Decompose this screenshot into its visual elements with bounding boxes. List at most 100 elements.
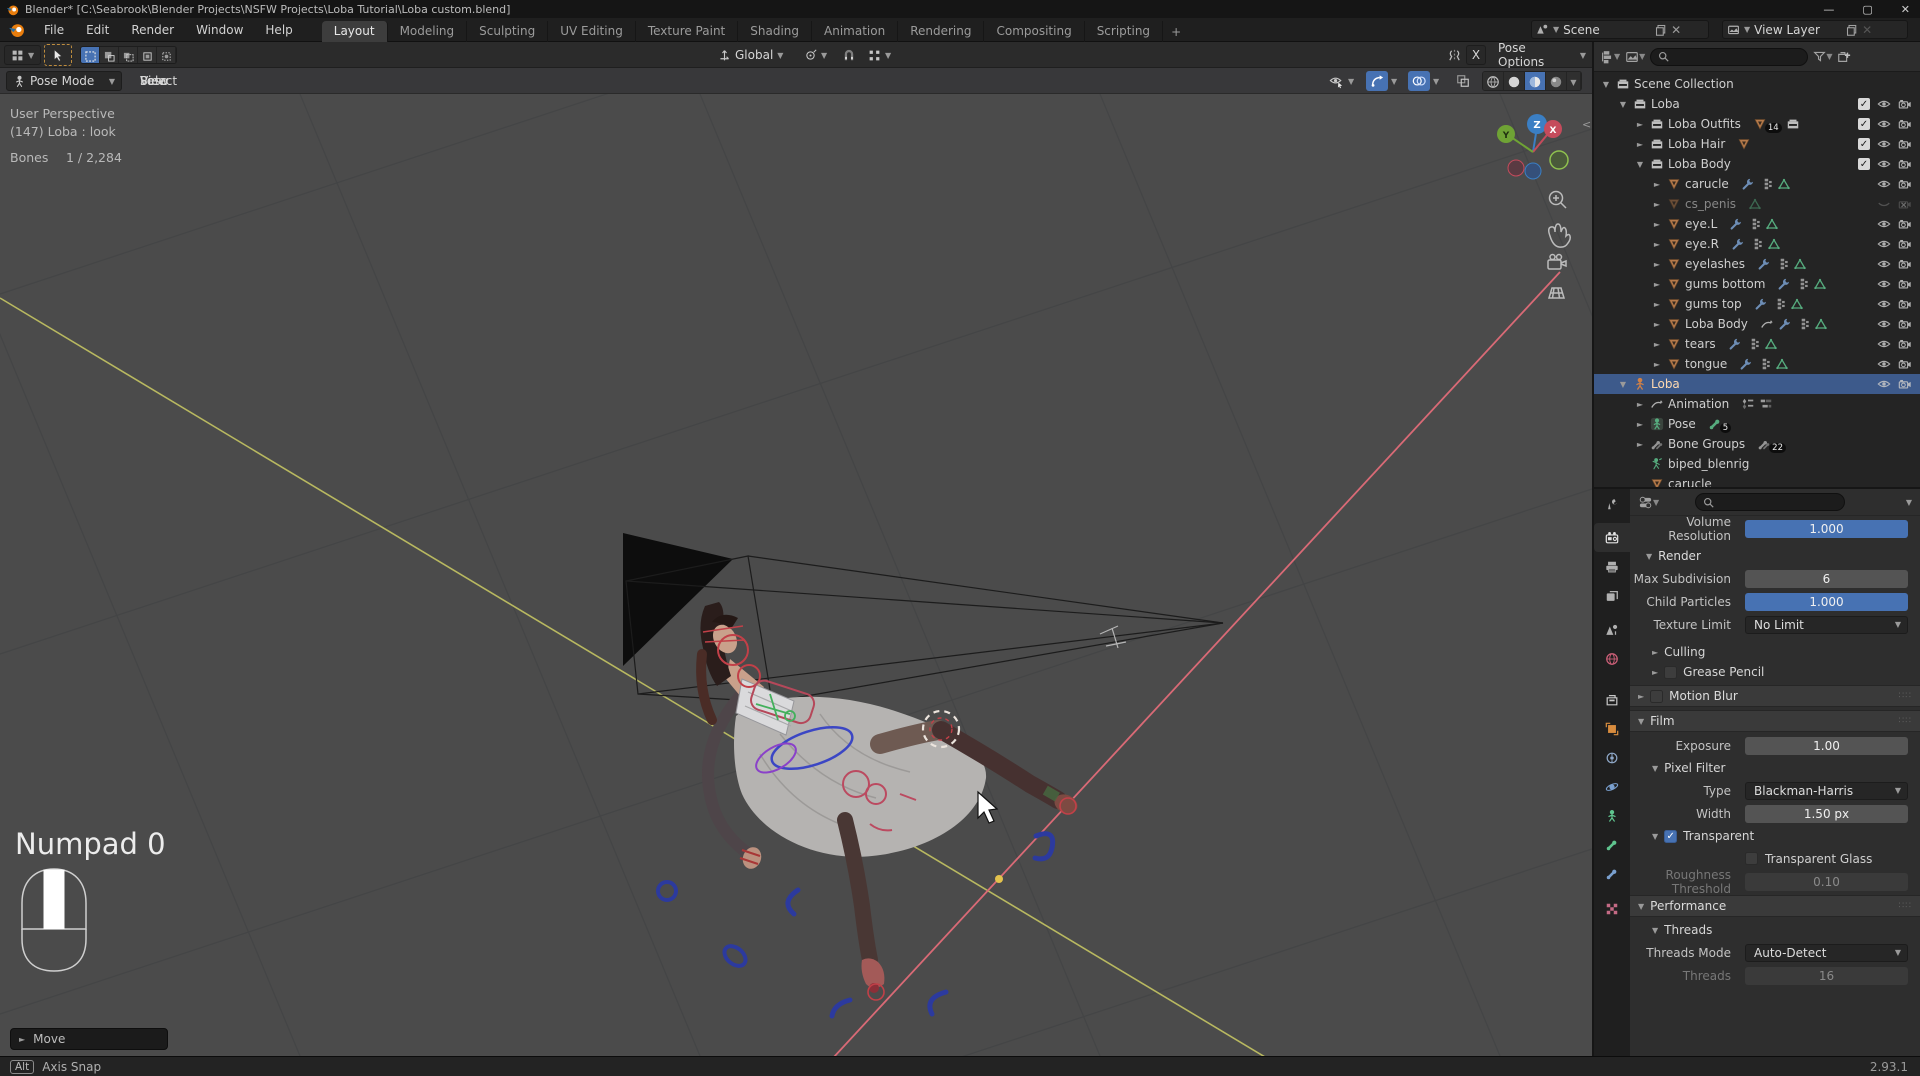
eye-closed[interactable] bbox=[1877, 197, 1891, 211]
camera[interactable] bbox=[1898, 317, 1912, 331]
outliner-row-bone-groups[interactable]: ►Bone Groups22 bbox=[1594, 434, 1920, 454]
prop-motion-blur[interactable]: ►Motion Blur∷∷ bbox=[1630, 685, 1920, 707]
dropdown-threads-mode[interactable]: Auto-Detect▼ bbox=[1745, 944, 1908, 962]
eye[interactable] bbox=[1877, 277, 1891, 291]
close-button[interactable]: ✕ bbox=[1901, 3, 1910, 16]
expand-icon[interactable]: ► bbox=[1651, 260, 1663, 269]
eye[interactable] bbox=[1877, 377, 1891, 391]
workspace-tab-modeling[interactable]: Modeling bbox=[388, 21, 468, 42]
dropdown-type[interactable]: Blackman-Harris▼ bbox=[1745, 782, 1908, 800]
properties-tab-output[interactable] bbox=[1594, 552, 1630, 581]
select-mode-circle[interactable] bbox=[119, 47, 138, 64]
shading-solid-button[interactable] bbox=[1504, 72, 1525, 91]
camera[interactable] bbox=[1898, 217, 1912, 231]
outliner-row-eyelashes[interactable]: ►eyelashes bbox=[1594, 254, 1920, 274]
mode-dropdown[interactable]: Pose Mode ▼ bbox=[6, 71, 122, 91]
viewport-menu-pose[interactable]: Pose bbox=[130, 68, 178, 94]
camera[interactable] bbox=[1898, 297, 1912, 311]
workspace-tab-scripting[interactable]: Scripting bbox=[1085, 21, 1163, 42]
viewport-3d[interactable]: ▼ Global ▼ ▼ bbox=[0, 42, 1592, 1056]
workspace-tab-rendering[interactable]: Rendering bbox=[898, 21, 984, 42]
camera[interactable] bbox=[1898, 97, 1912, 111]
expand-icon[interactable]: ▼ bbox=[1617, 100, 1629, 109]
outliner-row-carucle[interactable]: ►carucle bbox=[1594, 174, 1920, 194]
workspace-tab-shading[interactable]: Shading bbox=[738, 21, 812, 42]
outliner-row-pose[interactable]: ►Pose5 bbox=[1594, 414, 1920, 434]
expand-icon[interactable]: ► bbox=[1651, 280, 1663, 289]
expand-icon[interactable]: ► bbox=[1634, 140, 1646, 149]
expand-icon[interactable]: ► bbox=[1651, 220, 1663, 229]
workspace-tab-layout[interactable]: Layout bbox=[322, 21, 388, 42]
add-workspace-button[interactable]: + bbox=[1163, 22, 1189, 42]
camera[interactable] bbox=[1898, 177, 1912, 191]
outliner-row-loba-body[interactable]: ►Loba Body bbox=[1594, 314, 1920, 334]
gizmos-toggle[interactable] bbox=[1366, 71, 1388, 91]
properties-tab-object[interactable] bbox=[1594, 714, 1630, 743]
eye[interactable] bbox=[1877, 157, 1891, 171]
expand-icon[interactable]: ► bbox=[1651, 360, 1663, 369]
camera[interactable] bbox=[1898, 337, 1912, 351]
expand-icon[interactable]: ▼ bbox=[1600, 80, 1612, 89]
properties-options-dropdown[interactable]: ▼ bbox=[1906, 498, 1912, 507]
select-mode-lasso[interactable] bbox=[138, 47, 157, 64]
shading-material-button[interactable] bbox=[1525, 72, 1546, 91]
camera[interactable] bbox=[1898, 377, 1912, 391]
outliner-row-biped-blenrig[interactable]: biped_blenrig bbox=[1594, 454, 1920, 474]
operator-panel[interactable]: ► Move bbox=[10, 1028, 168, 1050]
properties-tab-physics[interactable] bbox=[1594, 772, 1630, 801]
outliner-row-loba-hair[interactable]: ►Loba Hair✓ bbox=[1594, 134, 1920, 154]
eye[interactable] bbox=[1877, 297, 1891, 311]
workspace-tab-compositing[interactable]: Compositing bbox=[984, 21, 1084, 42]
shading-rendered-button[interactable] bbox=[1546, 72, 1567, 91]
properties-tab-texture[interactable] bbox=[1594, 894, 1630, 923]
active-tool-select-box[interactable] bbox=[44, 44, 72, 66]
properties-tab-bone[interactable] bbox=[1594, 830, 1630, 859]
select-mode-tweak[interactable] bbox=[81, 47, 100, 64]
outliner-row-tongue[interactable]: ►tongue bbox=[1594, 354, 1920, 374]
outliner-row-loba-outfits[interactable]: ►Loba Outfits14✓ bbox=[1594, 114, 1920, 134]
expand-icon[interactable]: ► bbox=[1651, 300, 1663, 309]
expand-icon[interactable]: ► bbox=[1651, 200, 1663, 209]
exclude-checkbox[interactable]: ✓ bbox=[1858, 138, 1870, 150]
properties-search-input[interactable] bbox=[1695, 493, 1845, 511]
sidebar-collapse-icon[interactable]: < bbox=[1582, 118, 1591, 131]
new-scene-icon[interactable] bbox=[1655, 24, 1667, 36]
slider-child-particles[interactable]: 1.000 bbox=[1745, 593, 1908, 611]
properties-tab-constraints[interactable] bbox=[1594, 743, 1630, 772]
checkbox[interactable] bbox=[1745, 852, 1758, 865]
prop-pixel-filter[interactable]: ▼Pixel Filter bbox=[1630, 758, 1920, 778]
properties-tab-view-layer[interactable] bbox=[1594, 581, 1630, 610]
select-mode-paint[interactable] bbox=[157, 47, 176, 64]
prop-render[interactable]: ▼Render bbox=[1630, 546, 1920, 566]
expand-icon[interactable]: ► bbox=[1651, 340, 1663, 349]
camera[interactable] bbox=[1898, 137, 1912, 151]
expand-icon[interactable]: ► bbox=[1634, 440, 1646, 449]
expand-icon[interactable]: ► bbox=[1634, 420, 1646, 429]
expand-icon[interactable]: ▼ bbox=[1634, 160, 1646, 169]
properties-tab-bone-constraint[interactable] bbox=[1594, 859, 1630, 888]
menu-help[interactable]: Help bbox=[254, 18, 303, 42]
outliner-row-gums-bottom[interactable]: ►gums bottom bbox=[1594, 274, 1920, 294]
camera[interactable] bbox=[1898, 157, 1912, 171]
outliner-row-eye-r[interactable]: ►eye.R bbox=[1594, 234, 1920, 254]
prop-grease-pencil[interactable]: ►Grease Pencil bbox=[1630, 662, 1920, 682]
eye[interactable] bbox=[1877, 237, 1891, 251]
overlays-toggle[interactable] bbox=[1408, 71, 1430, 91]
xray-toggle[interactable] bbox=[1452, 71, 1474, 91]
mirror-x-toggle[interactable]: X bbox=[1466, 45, 1486, 65]
outliner-row-animation[interactable]: ►Animation bbox=[1594, 394, 1920, 414]
properties-tab-render[interactable] bbox=[1594, 523, 1630, 552]
viewport-canvas[interactable]: Z X Y < bbox=[0, 94, 1592, 1056]
minimize-button[interactable]: — bbox=[1823, 3, 1834, 16]
chevron-down-icon[interactable]: ▼ bbox=[1391, 77, 1397, 86]
outliner-row-gums-top[interactable]: ►gums top bbox=[1594, 294, 1920, 314]
transform-orientation-dropdown[interactable]: Global ▼ bbox=[712, 45, 789, 65]
workspace-tab-texture-paint[interactable]: Texture Paint bbox=[636, 21, 738, 42]
menu-edit[interactable]: Edit bbox=[75, 18, 120, 42]
unlink-scene-icon[interactable]: ✕ bbox=[1671, 23, 1681, 37]
select-mode-buttons[interactable] bbox=[80, 46, 177, 64]
pivot-point-dropdown[interactable]: ▼ bbox=[798, 45, 833, 65]
snap-toggle[interactable] bbox=[838, 45, 860, 65]
outliner-row-eye-l[interactable]: ►eye.L bbox=[1594, 214, 1920, 234]
exclude-checkbox[interactable]: ✓ bbox=[1858, 98, 1870, 110]
